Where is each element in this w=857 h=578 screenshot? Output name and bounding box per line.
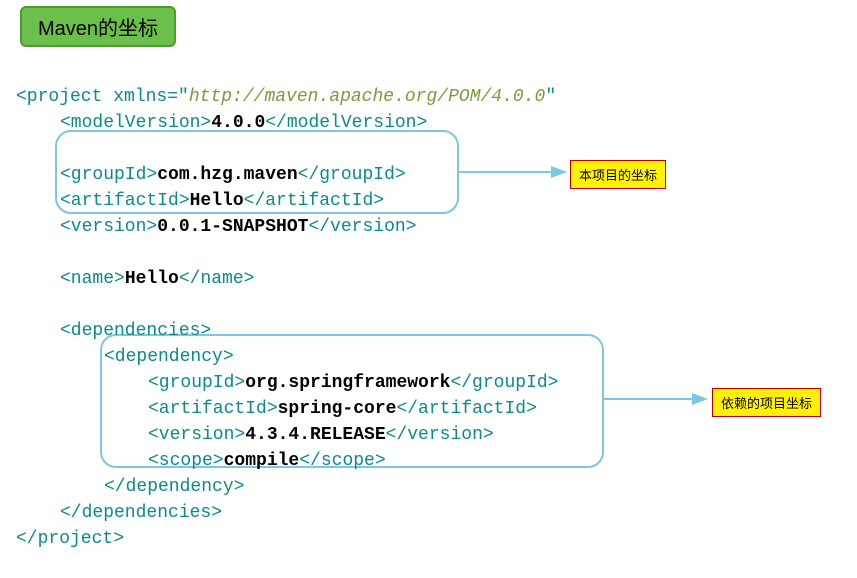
tag-dep-version-open: <version> [148,425,245,445]
val-dep-version: 4.3.4.RELEASE [245,425,385,445]
val-modelversion: 4.0.0 [211,113,265,133]
code-block: <project xmlns="http://maven.apache.org/… [16,58,558,578]
title-text: Maven的坐标 [38,18,158,40]
val-dep-artifactid: spring-core [278,399,397,419]
tag-dep-artifactid-close: </artifactId> [396,399,536,419]
attr-xmlns-key: xmlns=" [102,87,188,107]
val-artifactid: Hello [190,191,244,211]
tag-dep-scope-close: </scope> [299,451,385,471]
val-version: 0.0.1-SNAPSHOT [157,217,308,237]
tag-project-open: <project [16,87,102,107]
page: Maven的坐标 本项目的坐标 依赖的项目坐标 <project xmlns="… [0,0,857,518]
callout-dep-text: 依赖的项目坐标 [721,396,812,411]
tag-modelversion-close: </modelVersion> [265,113,427,133]
tag-dep-scope-open: <scope> [148,451,224,471]
tag-name-close: </name> [179,269,255,289]
callout-dep-coord: 依赖的项目坐标 [712,388,821,417]
val-dep-scope: compile [224,451,300,471]
tag-dep-groupid-close: </groupId> [450,373,558,393]
val-name: Hello [125,269,179,289]
tag-version-close: </version> [308,217,416,237]
tag-name-open: <name> [60,269,125,289]
tag-dependencies-close: </dependencies> [60,503,222,523]
tag-dependencies-open: <dependencies> [60,321,211,341]
attr-xmlns-val: http://maven.apache.org/POM/4.0.0 [189,87,545,107]
val-dep-groupid: org.springframework [245,373,450,393]
val-groupid: com.hzg.maven [157,165,297,185]
tag-groupid-open: <groupId> [60,165,157,185]
tag-dependency-close: </dependency> [104,477,244,497]
attr-xmlns-end: " [545,87,556,107]
callout-project-text: 本项目的坐标 [579,168,657,183]
tag-dep-groupid-open: <groupId> [148,373,245,393]
title-badge: Maven的坐标 [20,6,176,47]
tag-modelversion-open: <modelVersion> [60,113,211,133]
tag-artifactid-close: </artifactId> [244,191,384,211]
tag-version-open: <version> [60,217,157,237]
arrow-dependency [600,392,720,412]
callout-project-coord: 本项目的坐标 [570,160,666,189]
tag-dependency-open: <dependency> [104,347,234,367]
tag-dep-version-close: </version> [386,425,494,445]
tag-project-close: </project> [16,529,124,549]
tag-dep-artifactid-open: <artifactId> [148,399,278,419]
tag-groupid-close: </groupId> [298,165,406,185]
tag-artifactid-open: <artifactId> [60,191,190,211]
